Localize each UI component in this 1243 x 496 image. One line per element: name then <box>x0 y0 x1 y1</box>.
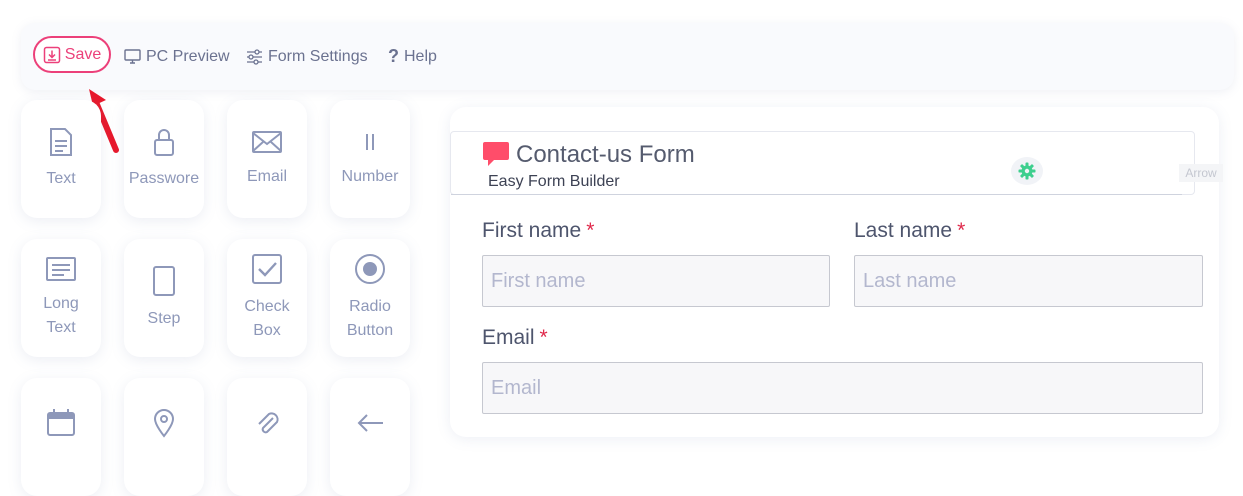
palette-item-long-text[interactable]: Long Text <box>21 239 101 357</box>
save-icon <box>43 46 61 63</box>
form-settings-label: Form Settings <box>268 47 368 65</box>
first-name-label: First name * <box>482 219 595 242</box>
question-icon: ? <box>388 46 399 66</box>
save-button[interactable]: Save <box>33 36 111 73</box>
form-settings-button[interactable]: Form Settings <box>246 23 368 90</box>
attachment-icon <box>258 412 279 434</box>
last-name-label: Last name * <box>854 219 966 242</box>
checkbox-icon <box>252 254 282 284</box>
palette-label: Check Box <box>244 298 290 339</box>
first-name-input[interactable] <box>482 255 830 307</box>
settings-button[interactable] <box>1011 157 1043 185</box>
palette-item-password[interactable]: Passwore <box>124 100 204 218</box>
envelope-icon <box>252 131 282 153</box>
palette-label: Text <box>46 170 76 187</box>
help-button[interactable]: ? Help <box>388 23 437 90</box>
number-icon <box>366 134 374 150</box>
palette-item-step[interactable]: Step <box>124 239 204 357</box>
email-label: Email * <box>482 326 548 349</box>
palette-item-check-box[interactable]: Check Box <box>227 239 307 357</box>
long-text-icon <box>46 257 76 281</box>
save-label: Save <box>64 45 102 63</box>
help-label: Help <box>404 47 437 65</box>
header-divider <box>451 194 1182 195</box>
required-marker: * <box>586 219 595 242</box>
required-marker: * <box>957 219 966 242</box>
arrow-tag: Arrow <box>1179 164 1223 182</box>
palette-item-back[interactable] <box>330 378 410 496</box>
calendar-icon <box>47 409 75 436</box>
map-pin-icon <box>153 409 175 438</box>
pc-preview-button[interactable]: PC Preview <box>124 23 230 90</box>
palette-item-email[interactable]: Email <box>227 100 307 218</box>
toolbar: Save PC Preview Form Settings ? Help <box>21 23 1234 90</box>
palette-item-number[interactable]: Number <box>330 100 410 218</box>
chat-bubble-icon <box>483 142 509 166</box>
palette-item-location[interactable] <box>124 378 204 496</box>
arrow-left-icon <box>357 414 383 432</box>
pc-preview-label: PC Preview <box>146 47 230 65</box>
email-input[interactable] <box>482 362 1203 414</box>
form-header[interactable]: Contact-us Form Easy Form Builder <box>450 131 1195 195</box>
step-icon <box>153 266 175 296</box>
form-title: Contact-us Form <box>516 141 695 168</box>
gear-icon <box>1018 162 1036 180</box>
palette-label: Number <box>341 168 399 185</box>
monitor-icon <box>124 49 141 64</box>
last-name-input[interactable] <box>854 255 1203 307</box>
document-icon <box>50 128 72 156</box>
palette-label: Passwore <box>128 170 200 187</box>
palette-item-radio-button[interactable]: Radio Button <box>330 239 410 357</box>
lock-icon <box>154 129 174 156</box>
sliders-icon <box>247 48 262 65</box>
palette-item-attachment[interactable] <box>227 378 307 496</box>
palette-label: Step <box>147 310 181 327</box>
palette-label: Long Text <box>43 295 79 336</box>
radio-icon <box>355 254 385 284</box>
palette-item-date[interactable] <box>21 378 101 496</box>
palette-label: Email <box>246 168 287 185</box>
required-marker: * <box>539 326 548 349</box>
palette-item-text[interactable]: Text <box>21 100 101 218</box>
form-subtitle: Easy Form Builder <box>488 173 620 190</box>
palette-label: Radio Button <box>346 298 394 339</box>
